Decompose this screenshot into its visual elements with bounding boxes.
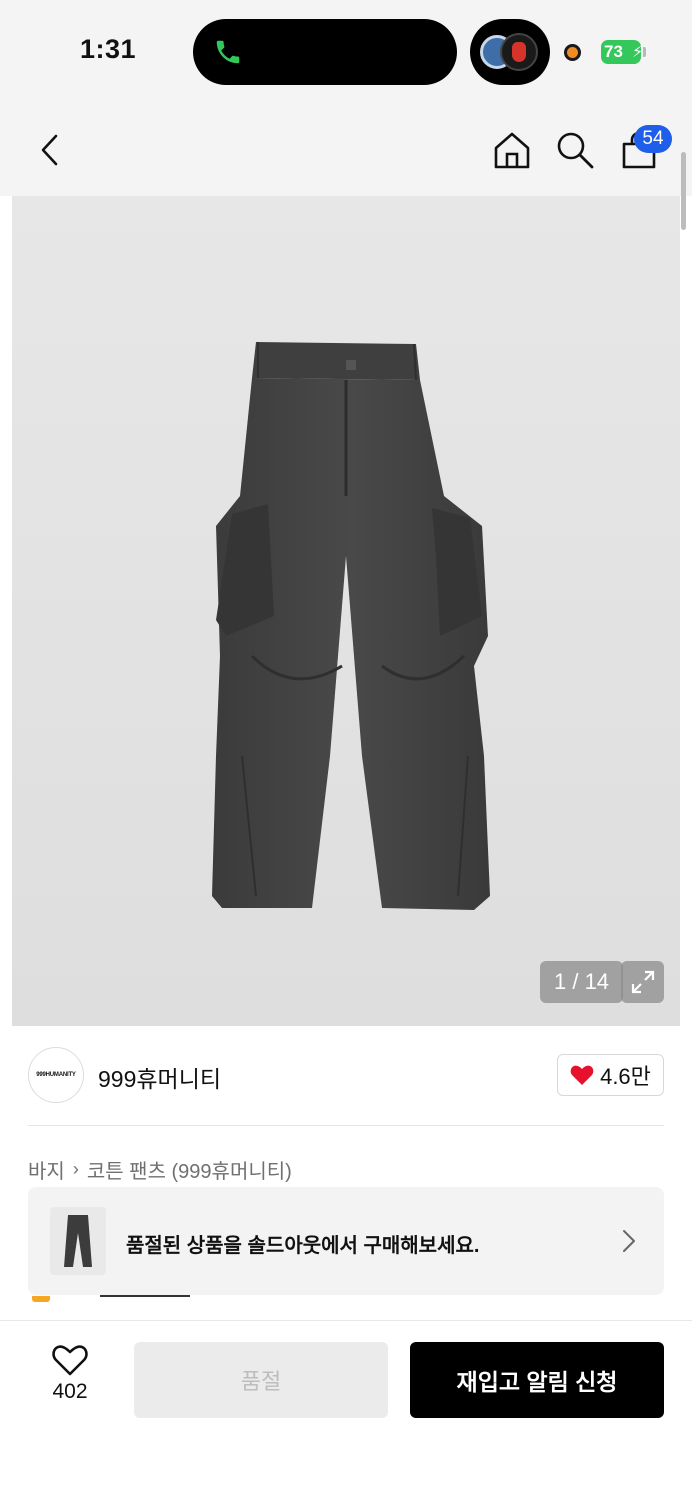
banner-product-thumbnail (50, 1207, 106, 1275)
breadcrumb: 바지 › 코튼 팬츠 (999휴머니티) (28, 1155, 292, 1184)
expand-image-button[interactable] (621, 961, 664, 1003)
search-icon (557, 132, 594, 169)
wishlist-button[interactable]: 402 (40, 1344, 100, 1414)
home-icon (494, 132, 530, 169)
expand-icon (631, 970, 654, 994)
heart-filled-icon (570, 1065, 594, 1085)
brand-logo[interactable]: 999HUMANITY (28, 1047, 84, 1103)
battery-tip (643, 47, 646, 57)
banner-text: 품절된 상품을 솔드아웃에서 구매해보세요. (126, 1235, 480, 1257)
phone-call-icon (216, 40, 240, 64)
home-button[interactable] (490, 128, 534, 172)
brand-like-count: 4.6만 (600, 1064, 651, 1089)
soldout-promo-banner[interactable]: 품절된 상품을 솔드아웃에서 구매해보세요. (28, 1187, 664, 1295)
image-counter: 1 / 14 (540, 961, 624, 1003)
live-activity-avatar (500, 33, 538, 71)
brand-like-button[interactable]: 4.6만 (557, 1054, 664, 1096)
back-chevron-icon (41, 134, 58, 166)
restock-alert-button[interactable]: 재입고 알림 신청 (410, 1342, 664, 1418)
chevron-right-icon: › (72, 1159, 79, 1179)
cart-count-badge: 54 (634, 125, 672, 153)
product-image-carousel[interactable]: 1 / 14 (12, 196, 680, 1026)
back-button[interactable] (28, 128, 72, 172)
star-icon (32, 1296, 50, 1302)
dynamic-island[interactable] (193, 19, 457, 85)
soldout-button: 품절 (134, 1342, 388, 1418)
divider (100, 1295, 190, 1297)
battery-level: 73 (604, 42, 623, 61)
live-activity-pill[interactable] (470, 19, 550, 85)
status-time: 1:31 (80, 34, 137, 64)
search-button[interactable] (553, 128, 597, 172)
breadcrumb-subcategory[interactable]: 코튼 팬츠 (999휴머니티) (87, 1155, 292, 1184)
scrollbar[interactable] (681, 152, 686, 230)
divider (28, 1125, 664, 1126)
wishlist-count: 402 (52, 1380, 88, 1403)
heart-outline-icon (52, 1345, 88, 1376)
brand-name[interactable]: 999휴머니티 (98, 1060, 221, 1094)
breadcrumb-category[interactable]: 바지 (28, 1155, 65, 1184)
recording-dot-icon (564, 44, 581, 61)
product-photo-cargo-pants (212, 342, 490, 910)
charging-bolt-icon: ⚡ (632, 44, 644, 61)
chevron-right-icon (623, 1230, 635, 1252)
